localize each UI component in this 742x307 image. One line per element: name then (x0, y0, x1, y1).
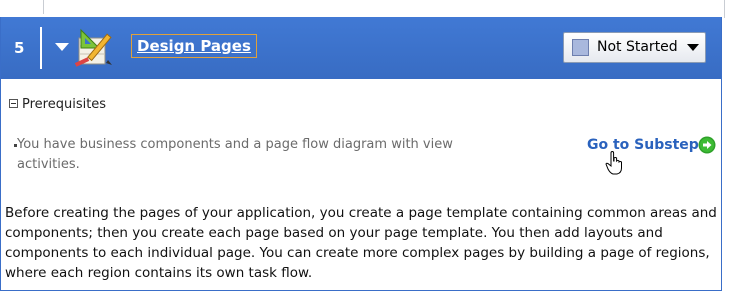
design-tools-icon (74, 28, 112, 67)
divider (43, 0, 44, 14)
step-panel: 5 Design Pages Not Started Prerequisites… (0, 17, 722, 291)
divider (724, 0, 725, 18)
status-label: Not Started (597, 39, 678, 55)
collapse-icon[interactable] (9, 99, 18, 108)
status-dropdown[interactable]: Not Started (563, 32, 706, 63)
prerequisite-item: You have business components and a page … (14, 135, 507, 175)
status-swatch (572, 39, 589, 56)
caret-down-icon (687, 44, 699, 51)
divider (40, 27, 42, 69)
green-arrow-circle-icon[interactable] (698, 136, 716, 154)
step-number: 5 (14, 39, 25, 57)
prerequisites-heading: Prerequisites (22, 97, 107, 112)
prerequisites-toggle[interactable]: Prerequisites (9, 97, 106, 112)
bullet (14, 144, 17, 147)
chevron-down-icon[interactable] (53, 40, 71, 54)
hand-cursor-icon (605, 151, 622, 175)
top-strip (0, 0, 742, 18)
step-title-link[interactable]: Design Pages (131, 34, 257, 58)
step-description: Before creating the pages of your applic… (5, 205, 717, 281)
prerequisite-text: You have business components and a page … (17, 137, 453, 172)
step-header: 5 Design Pages Not Started (1, 17, 721, 79)
